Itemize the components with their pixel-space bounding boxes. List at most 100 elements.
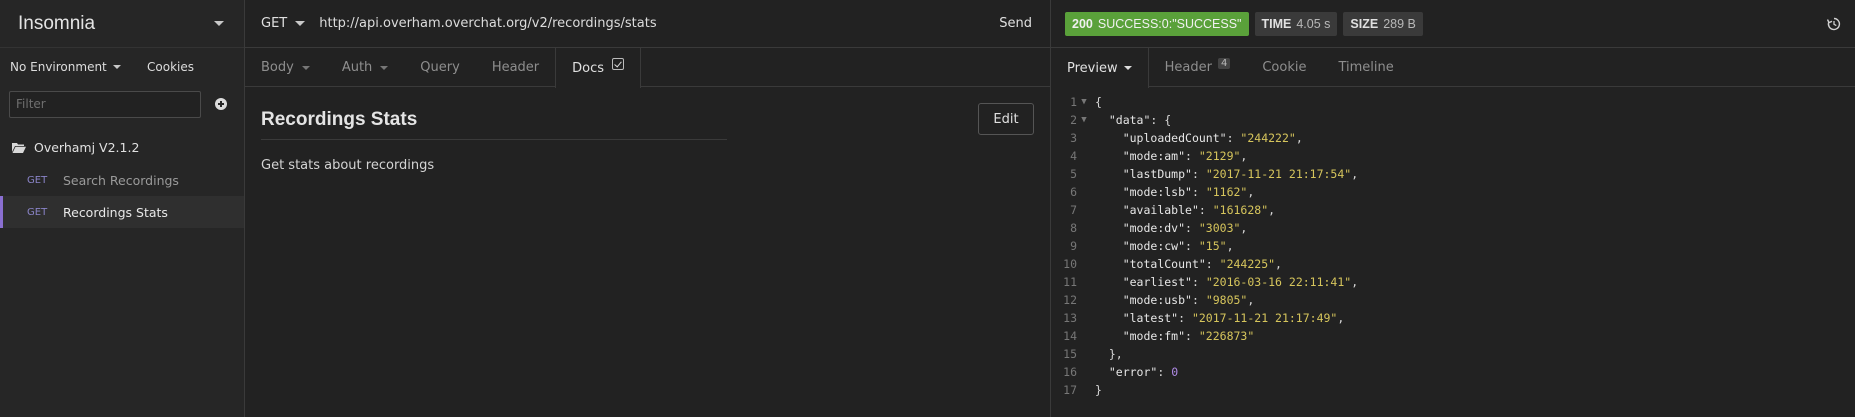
send-button[interactable]: Send xyxy=(999,16,1032,31)
code-text: } xyxy=(1095,383,1102,397)
code-text: { xyxy=(1095,95,1102,109)
filter-row xyxy=(0,86,244,122)
request-pane: GET http://api.overham.overchat.org/v2/r… xyxy=(245,0,1051,417)
chevron-down-icon xyxy=(1123,66,1132,70)
tab-preview[interactable]: Preview xyxy=(1051,48,1149,88)
chevron-down-icon xyxy=(295,21,306,26)
response-body-viewer[interactable]: 1 ▼{2 ▼ "data": {3 "uploadedCount": "24422… xyxy=(1051,87,1855,399)
code-line: 17} xyxy=(1051,381,1855,399)
code-text: "mode:dv": "3003", xyxy=(1122,221,1248,235)
cookies-button[interactable]: Cookies xyxy=(147,60,194,74)
code-text: }, xyxy=(1108,347,1123,361)
tab-timeline[interactable]: Timeline xyxy=(1322,48,1409,87)
code-text: "earliest": "2016-03-16 22:11:41", xyxy=(1122,275,1359,289)
time-value: 4.05 s xyxy=(1296,16,1331,31)
add-plus-icon[interactable] xyxy=(215,98,227,110)
sidebar-request-recordings-stats[interactable]: GET Recordings Stats xyxy=(0,196,244,228)
line-number: 5 xyxy=(1070,167,1077,181)
code-text: "available": "161628", xyxy=(1122,203,1276,217)
code-line: 12 "mode:usb": "9805", xyxy=(1051,291,1855,309)
code-text: "mode:am": "2129", xyxy=(1122,149,1248,163)
folder-name: Overhamj V2.1.2 xyxy=(34,139,140,155)
code-line: 13 "latest": "2017-11-21 21:17:49", xyxy=(1051,309,1855,327)
code-text: "totalCount": "244225", xyxy=(1122,257,1282,271)
tab-label: Auth xyxy=(341,60,373,75)
history-icon[interactable] xyxy=(1827,17,1841,31)
code-text: "mode:fm": "226873" xyxy=(1122,329,1255,343)
tab-query[interactable]: Query xyxy=(404,48,476,87)
code-line: 6 "mode:lsb": "1162", xyxy=(1051,183,1855,201)
request-method-badge: GET xyxy=(27,174,48,186)
response-status-bar: 200 SUCCESS:0:"SUCCESS" TIME 4.05 s SIZE 28… xyxy=(1051,0,1855,48)
code-line: 7 "available": "161628", xyxy=(1051,201,1855,219)
chevron-down-icon xyxy=(214,21,224,26)
line-number: 9 xyxy=(1070,239,1077,253)
folder-item[interactable]: Overhamj V2.1.2 xyxy=(0,130,244,164)
code-text: "data": { xyxy=(1108,113,1172,127)
tab-cookie[interactable]: Cookie xyxy=(1246,48,1322,87)
code-line: 9 "mode:cw": "15", xyxy=(1051,237,1855,255)
line-number: 7 xyxy=(1070,203,1077,217)
code-line: 1 ▼ { xyxy=(1051,93,1855,111)
tab-label: Preview xyxy=(1067,60,1118,76)
line-number: 12 xyxy=(1063,293,1077,307)
tab-body[interactable]: Body xyxy=(245,48,326,87)
tab-header[interactable]: Header xyxy=(476,48,555,87)
line-number: 11 xyxy=(1063,275,1077,289)
code-text: "uploadedCount": "244222", xyxy=(1122,131,1303,145)
code-text: "lastDump": "2017-11-21 21:17:54", xyxy=(1122,167,1359,181)
line-number: 14 xyxy=(1063,329,1077,343)
filter-input[interactable] xyxy=(9,90,201,118)
line-number: 6 xyxy=(1070,185,1077,199)
checkmark-icon xyxy=(612,58,625,70)
edit-docs-button[interactable]: Edit xyxy=(978,103,1034,135)
code-line: 2 ▼ "data": { xyxy=(1051,111,1855,129)
request-method-badge: GET xyxy=(27,206,48,218)
code-line: 15 }, xyxy=(1051,345,1855,363)
header-count-badge: 4 xyxy=(1217,58,1231,69)
time-badge: TIME 4.05 s xyxy=(1254,11,1338,36)
line-number: 10 xyxy=(1063,257,1077,271)
line-number: 13 xyxy=(1063,311,1077,325)
fold-arrow-icon[interactable]: ▼ xyxy=(1077,115,1091,125)
size-badge: SIZE 289 B xyxy=(1343,11,1423,36)
docs-description: Get stats about recordings xyxy=(261,158,435,173)
tab-label: Timeline xyxy=(1338,60,1394,75)
docs-panel: Recordings Stats Get stats about recordi… xyxy=(245,87,1050,195)
line-number: 1 xyxy=(1070,95,1077,109)
method-dropdown[interactable]: GET xyxy=(261,16,306,31)
chevron-down-icon xyxy=(112,65,121,69)
tab-auth[interactable]: Auth xyxy=(326,48,404,87)
environment-selector[interactable]: No Environment xyxy=(10,60,147,74)
sidebar: Insomnia No Environment Cookies Overhamj… xyxy=(0,0,245,417)
code-text: "mode:usb": "9805", xyxy=(1122,293,1255,307)
code-text: "latest": "2017-11-21 21:17:49", xyxy=(1122,311,1345,325)
workspace-menu[interactable]: Insomnia xyxy=(0,0,244,48)
line-number: 15 xyxy=(1063,347,1077,361)
line-number: 16 xyxy=(1063,365,1077,379)
line-number: 3 xyxy=(1070,131,1077,145)
code-line: 8 "mode:dv": "3003", xyxy=(1051,219,1855,237)
tab-response-header[interactable]: Header 4 xyxy=(1149,48,1247,87)
code-line: 14 "mode:fm": "226873" xyxy=(1051,327,1855,345)
response-pane: 200 SUCCESS:0:"SUCCESS" TIME 4.05 s SIZE 28… xyxy=(1051,0,1855,417)
folder-open-icon xyxy=(12,142,26,153)
method-label: GET xyxy=(261,16,288,31)
fold-arrow-icon[interactable]: ▼ xyxy=(1077,97,1091,107)
environment-row: No Environment Cookies xyxy=(0,48,244,86)
tab-label: Cookie xyxy=(1262,60,1307,75)
url-input[interactable]: http://api.overham.overchat.org/v2/recor… xyxy=(319,16,999,31)
time-label: TIME xyxy=(1261,16,1292,31)
sidebar-request-search-recordings[interactable]: GET Search Recordings xyxy=(0,164,244,196)
request-name: Search Recordings xyxy=(63,172,179,188)
code-line: 3 "uploadedCount": "244222", xyxy=(1051,129,1855,147)
environment-label: No Environment xyxy=(10,60,107,74)
chevron-down-icon xyxy=(380,65,389,70)
tab-label: Docs xyxy=(572,60,605,76)
chevron-down-icon xyxy=(301,65,310,70)
status-code: 200 xyxy=(1072,16,1093,31)
tab-label: Header xyxy=(1164,60,1212,75)
response-tabs: Preview Header 4 Cookie Timeline xyxy=(1051,48,1855,88)
tab-docs[interactable]: Docs xyxy=(555,48,642,88)
code-line: 16 "error": 0 xyxy=(1051,363,1855,381)
